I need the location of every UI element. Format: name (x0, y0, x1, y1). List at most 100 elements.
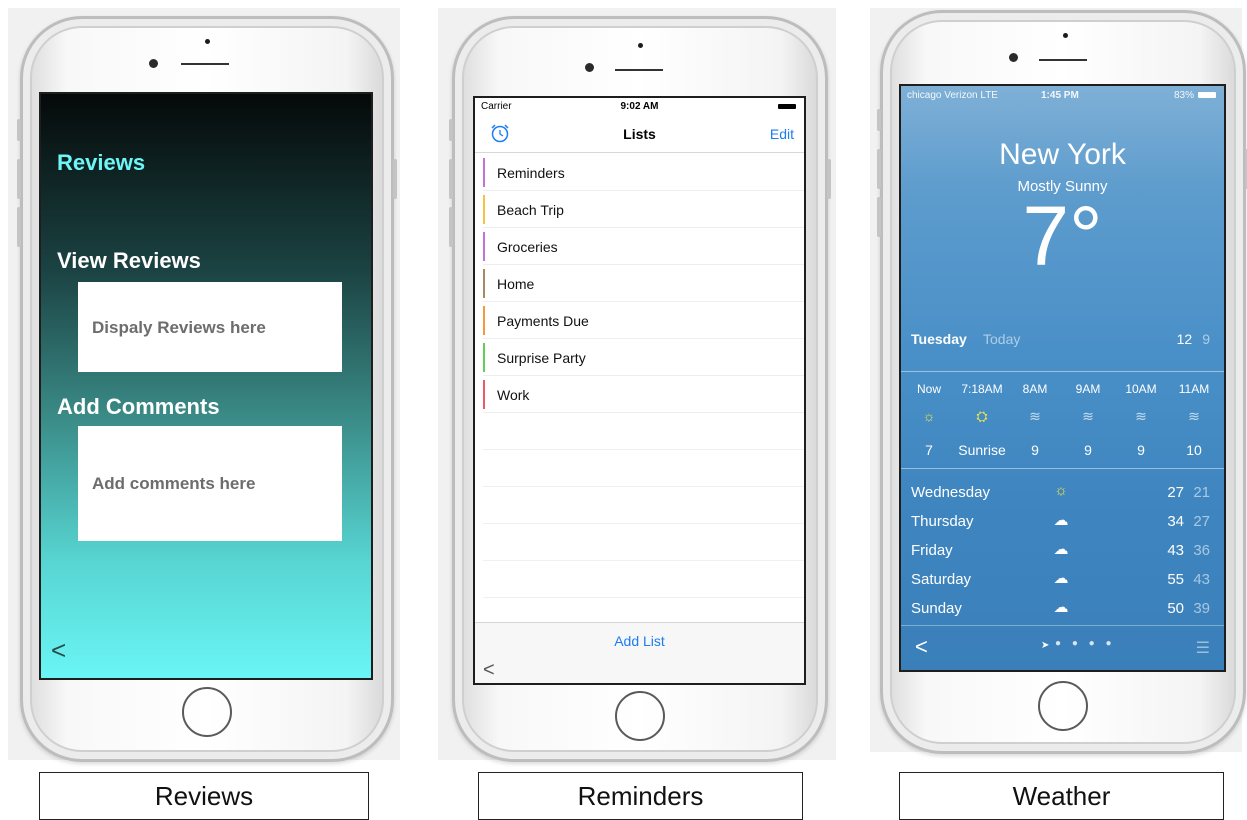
volume-up-button (877, 149, 881, 189)
cloud-icon: ☁ (1053, 599, 1069, 616)
list-item[interactable]: Groceries (483, 228, 804, 265)
reviews-display-box: Dispaly Reviews here (78, 282, 342, 372)
comments-input-box[interactable]: Add comments here (78, 426, 342, 541)
sun-icon: ☼ (922, 408, 936, 424)
forecast-day: Sunday (911, 600, 962, 617)
bottom-toolbar: < ➤ ● ● ● ● ☰ (901, 625, 1224, 670)
bottom-toolbar: Add List < (475, 622, 804, 683)
reviews-display-text: Dispaly Reviews here (92, 318, 266, 337)
list-item-label: Work (497, 387, 530, 403)
power-button (827, 159, 831, 199)
list-color-bar (483, 232, 485, 261)
list-item[interactable]: Payments Due (483, 302, 804, 339)
status-bar: Carrier 9:02 AM (475, 98, 804, 116)
daily-forecast-row: Thursday ☁ 34 27 (911, 507, 1210, 535)
list-color-bar (483, 195, 485, 224)
list-item[interactable]: Work (483, 376, 804, 413)
forecast-low: 21 (1193, 484, 1210, 501)
list-item[interactable]: Home (483, 265, 804, 302)
hourly-time: 11AM (1178, 382, 1210, 396)
earpiece-speaker (181, 63, 229, 65)
forecast-high: 43 (1167, 542, 1184, 559)
hourly-time: 9AM (1075, 382, 1101, 396)
forecast-high: 34 (1167, 513, 1184, 530)
nav-title: Lists (623, 126, 656, 142)
cloud-icon: ☁ (1053, 541, 1069, 558)
forecast-day: Friday (911, 542, 953, 559)
home-button[interactable] (182, 687, 232, 737)
mute-switch (877, 109, 881, 131)
back-icon[interactable]: < (915, 634, 928, 660)
caption-reminders: Reminders (478, 772, 803, 820)
list-item-label: Home (497, 276, 535, 292)
list-item-label: Beach Trip (497, 202, 564, 218)
view-reviews-heading: View Reviews (57, 248, 201, 273)
current-temperature: 7° (1022, 189, 1103, 283)
forecast-day: Saturday (911, 571, 972, 588)
list-color-bar (483, 158, 485, 187)
front-camera (149, 59, 158, 68)
today-high: 12 (1176, 331, 1193, 347)
wind-icon: ≋ (1188, 408, 1200, 424)
empty-row (483, 561, 804, 598)
status-time: 1:45 PM (1041, 90, 1079, 101)
carrier-label: chicago Verizon LTE (907, 90, 998, 101)
forecast-day: Wednesday (911, 484, 990, 501)
caption-weather: Weather (899, 772, 1224, 820)
today-label: Today (983, 331, 1021, 347)
list-item-label: Surprise Party (497, 350, 586, 366)
list-item-label: Groceries (497, 239, 558, 255)
front-camera (1009, 53, 1018, 62)
weather-screen: chicago Verizon LTE 1:45 PM 83% New York… (899, 84, 1226, 672)
proximity-sensor (205, 39, 210, 44)
proximity-sensor (638, 43, 643, 48)
wind-icon: ≋ (1029, 408, 1041, 424)
empty-row (483, 524, 804, 561)
edit-button[interactable]: Edit (770, 126, 794, 142)
hourly-temperature: 10 (1186, 442, 1202, 458)
page-dots[interactable]: ● ● ● ● (1055, 638, 1116, 649)
city-name: New York (999, 138, 1126, 171)
sun-icon: ☼ (1054, 482, 1068, 499)
wind-icon: ≋ (1135, 408, 1147, 424)
back-icon[interactable]: < (483, 659, 495, 682)
list-icon[interactable]: ☰ (1196, 638, 1210, 658)
list-item[interactable]: Surprise Party (483, 339, 804, 376)
status-time: 9:02 AM (620, 101, 659, 112)
empty-row (483, 487, 804, 524)
cloud-icon: ☁ (1053, 570, 1069, 587)
reminders-screen: Carrier 9:02 AM Lists Edit Reminders Beac… (473, 96, 806, 685)
empty-row (483, 413, 804, 450)
mute-switch (17, 119, 21, 141)
hourly-time: 10AM (1125, 382, 1157, 396)
forecast-low: 43 (1193, 571, 1210, 588)
add-comments-heading: Add Comments (57, 394, 220, 419)
forecast-low: 39 (1193, 600, 1210, 617)
forecast-high: 27 (1167, 484, 1184, 501)
list-item[interactable]: Reminders (483, 154, 804, 191)
hourly-time: 7:18AM (961, 382, 1003, 396)
list-item[interactable]: Beach Trip (483, 191, 804, 228)
home-button[interactable] (1038, 681, 1088, 731)
caption-reviews: Reviews (39, 772, 369, 820)
hourly-time: 8AM (1022, 382, 1048, 396)
volume-down-button (17, 207, 21, 247)
daily-forecast-row: Saturday ☁ 55 43 (911, 565, 1210, 593)
volume-down-button (449, 207, 453, 247)
list-item-label: Reminders (497, 165, 565, 181)
hourly-temperature: 9 (1137, 442, 1145, 458)
forecast-high: 55 (1167, 571, 1184, 588)
list-color-bar (483, 380, 485, 409)
daily-forecast-row: Wednesday ☼ 27 21 (911, 478, 1210, 506)
battery-icon (778, 104, 796, 109)
list-color-bar (483, 343, 485, 372)
battery-percent: 83% (1173, 90, 1194, 101)
power-button (393, 159, 397, 199)
status-bar: chicago Verizon LTE 1:45 PM 83% (901, 86, 1224, 104)
divider (901, 468, 1224, 469)
home-button[interactable] (615, 691, 665, 741)
wind-icon: ≋ (1082, 408, 1094, 424)
back-icon[interactable]: < (51, 635, 66, 666)
add-list-button[interactable]: Add List (475, 633, 804, 649)
proximity-sensor (1063, 33, 1068, 38)
